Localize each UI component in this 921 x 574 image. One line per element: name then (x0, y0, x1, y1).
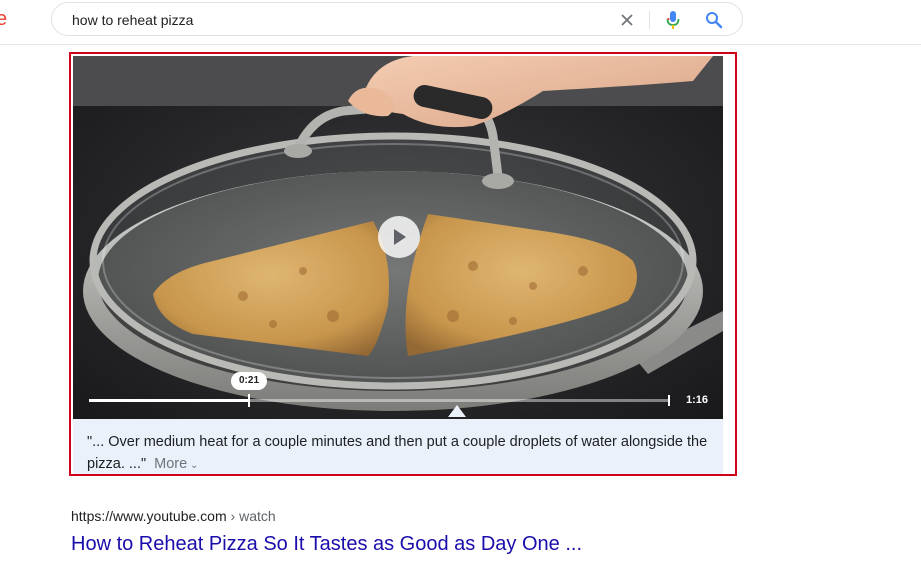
caption-pointer (448, 405, 466, 417)
search-submit-button[interactable] (703, 9, 725, 31)
search-header: e how to reheat pizza (0, 0, 921, 45)
voice-search-button[interactable] (662, 9, 684, 31)
featured-video-snippet: 0:21 1:16 "... Over medium heat for a co… (69, 52, 737, 476)
url-domain: https://www.youtube.com (71, 508, 227, 524)
video-progress-bar[interactable]: 0:21 (89, 372, 670, 407)
search-icon (706, 12, 723, 29)
result-title-link[interactable]: How to Reheat Pizza So It Tastes as Good… (71, 533, 582, 556)
play-button[interactable] (378, 216, 420, 258)
chevron-down-icon: ⌄ (187, 460, 199, 471)
play-icon (394, 229, 406, 245)
video-duration: 1:16 (686, 394, 709, 406)
result-url[interactable]: https://www.youtube.com › watch (71, 508, 276, 524)
clear-search-button[interactable] (617, 10, 637, 30)
progress-end-marker (668, 395, 670, 406)
search-input[interactable]: how to reheat pizza (72, 12, 193, 28)
url-path: › watch (226, 508, 276, 524)
search-box-divider (649, 11, 650, 29)
more-label: More (154, 456, 188, 472)
playhead[interactable] (248, 394, 250, 407)
microphone-icon (666, 11, 680, 29)
progress-fill (89, 399, 249, 402)
current-time-label: 0:21 (230, 372, 268, 390)
video-caption: "... Over medium heat for a couple minut… (73, 419, 723, 474)
video-player[interactable]: 0:21 1:16 (73, 56, 723, 419)
search-box[interactable]: how to reheat pizza (51, 2, 743, 36)
google-logo-fragment[interactable]: e (0, 8, 7, 31)
close-icon (621, 14, 633, 26)
more-button[interactable]: More ⌄ (154, 456, 198, 472)
